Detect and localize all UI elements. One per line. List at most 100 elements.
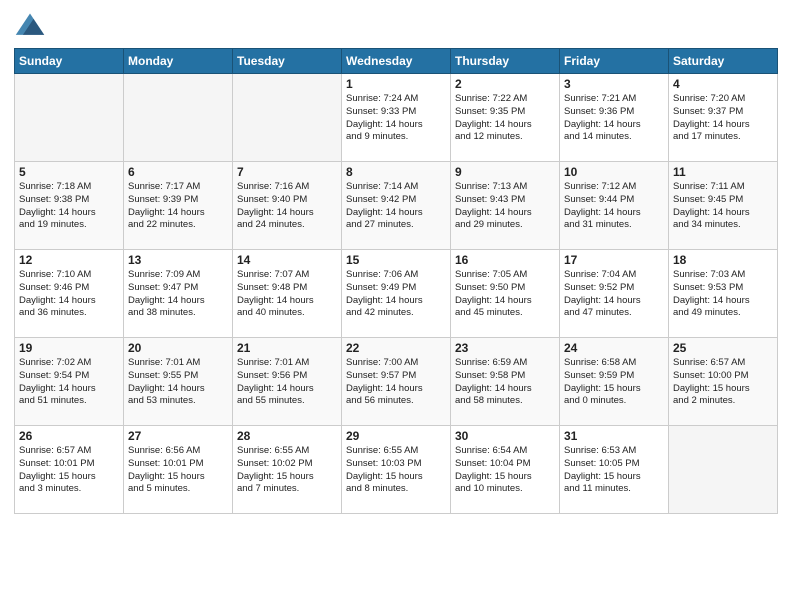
cell-info: Sunrise: 7:04 AM Sunset: 9:52 PM Dayligh… (564, 269, 664, 320)
cell-info: Sunrise: 7:10 AM Sunset: 9:46 PM Dayligh… (19, 269, 119, 320)
day-number: 3 (564, 77, 664, 91)
calendar-cell: 9 Sunrise: 7:13 AM Sunset: 9:43 PM Daylig… (451, 162, 560, 250)
calendar-week-row: 12 Sunrise: 7:10 AM Sunset: 9:46 PM Dayli… (15, 250, 778, 338)
calendar-cell (124, 74, 233, 162)
calendar-cell: 5 Sunrise: 7:18 AM Sunset: 9:38 PM Daylig… (15, 162, 124, 250)
cell-info: Sunrise: 7:22 AM Sunset: 9:35 PM Dayligh… (455, 93, 555, 144)
day-number: 25 (673, 341, 773, 355)
day-number: 4 (673, 77, 773, 91)
day-number: 1 (346, 77, 446, 91)
day-number: 18 (673, 253, 773, 267)
day-number: 2 (455, 77, 555, 91)
day-header-thursday: Thursday (451, 49, 560, 74)
cell-info: Sunrise: 6:57 AM Sunset: 10:01 PM Daylig… (19, 445, 119, 496)
calendar-page: SundayMondayTuesdayWednesdayThursdayFrid… (0, 0, 792, 612)
calendar-cell: 21Sunrise: 7:01 AM Sunset: 9:56 PM Dayli… (233, 338, 342, 426)
day-number: 23 (455, 341, 555, 355)
cell-info: Sunrise: 7:02 AM Sunset: 9:54 PM Dayligh… (19, 357, 119, 408)
day-number: 30 (455, 429, 555, 443)
day-number: 12 (19, 253, 119, 267)
cell-info: Sunrise: 7:06 AM Sunset: 9:49 PM Dayligh… (346, 269, 446, 320)
day-number: 27 (128, 429, 228, 443)
day-number: 9 (455, 165, 555, 179)
calendar-week-row: 26 Sunrise: 6:57 AM Sunset: 10:01 PM Dayl… (15, 426, 778, 514)
header (14, 10, 778, 42)
day-header-wednesday: Wednesday (342, 49, 451, 74)
day-header-monday: Monday (124, 49, 233, 74)
day-number: 8 (346, 165, 446, 179)
day-number: 16 (455, 253, 555, 267)
cell-info: Sunrise: 6:56 AM Sunset: 10:01 PM Daylig… (128, 445, 228, 496)
cell-info: Sunrise: 6:58 AM Sunset: 9:59 PM Dayligh… (564, 357, 664, 408)
day-number: 22 (346, 341, 446, 355)
day-number: 19 (19, 341, 119, 355)
calendar-cell: 27 Sunrise: 6:56 AM Sunset: 10:01 PM Dayl… (124, 426, 233, 514)
cell-info: Sunrise: 7:24 AM Sunset: 9:33 PM Dayligh… (346, 93, 446, 144)
calendar-cell (233, 74, 342, 162)
calendar-cell: 7 Sunrise: 7:16 AM Sunset: 9:40 PM Daylig… (233, 162, 342, 250)
logo (14, 10, 50, 42)
calendar-cell: 16 Sunrise: 7:05 AM Sunset: 9:50 PM Dayli… (451, 250, 560, 338)
cell-info: Sunrise: 7:11 AM Sunset: 9:45 PM Dayligh… (673, 181, 773, 232)
cell-info: Sunrise: 7:14 AM Sunset: 9:42 PM Dayligh… (346, 181, 446, 232)
cell-info: Sunrise: 7:00 AM Sunset: 9:57 PM Dayligh… (346, 357, 446, 408)
calendar-cell: 11Sunrise: 7:11 AM Sunset: 9:45 PM Dayli… (669, 162, 778, 250)
day-number: 28 (237, 429, 337, 443)
cell-info: Sunrise: 7:16 AM Sunset: 9:40 PM Dayligh… (237, 181, 337, 232)
calendar-cell: 20Sunrise: 7:01 AM Sunset: 9:55 PM Dayli… (124, 338, 233, 426)
day-header-tuesday: Tuesday (233, 49, 342, 74)
cell-info: Sunrise: 7:17 AM Sunset: 9:39 PM Dayligh… (128, 181, 228, 232)
calendar-cell: 1 Sunrise: 7:24 AM Sunset: 9:33 PM Daylig… (342, 74, 451, 162)
cell-info: Sunrise: 7:05 AM Sunset: 9:50 PM Dayligh… (455, 269, 555, 320)
cell-info: Sunrise: 6:59 AM Sunset: 9:58 PM Dayligh… (455, 357, 555, 408)
calendar-cell: 13 Sunrise: 7:09 AM Sunset: 9:47 PM Dayli… (124, 250, 233, 338)
calendar-cell: 29Sunrise: 6:55 AM Sunset: 10:03 PM Dayl… (342, 426, 451, 514)
calendar-cell: 8 Sunrise: 7:14 AM Sunset: 9:42 PM Daylig… (342, 162, 451, 250)
day-number: 21 (237, 341, 337, 355)
cell-info: Sunrise: 6:57 AM Sunset: 10:00 PM Daylig… (673, 357, 773, 408)
calendar-cell: 17 Sunrise: 7:04 AM Sunset: 9:52 PM Dayli… (560, 250, 669, 338)
day-header-sunday: Sunday (15, 49, 124, 74)
logo-icon (14, 10, 46, 42)
day-header-friday: Friday (560, 49, 669, 74)
calendar-cell: 19 Sunrise: 7:02 AM Sunset: 9:54 PM Dayli… (15, 338, 124, 426)
calendar-cell: 18 Sunrise: 7:03 AM Sunset: 9:53 PM Dayli… (669, 250, 778, 338)
cell-info: Sunrise: 7:07 AM Sunset: 9:48 PM Dayligh… (237, 269, 337, 320)
day-number: 5 (19, 165, 119, 179)
calendar-table: SundayMondayTuesdayWednesdayThursdayFrid… (14, 48, 778, 514)
day-number: 26 (19, 429, 119, 443)
calendar-cell: 30Sunrise: 6:54 AM Sunset: 10:04 PM Dayl… (451, 426, 560, 514)
calendar-cell: 26 Sunrise: 6:57 AM Sunset: 10:01 PM Dayl… (15, 426, 124, 514)
day-number: 6 (128, 165, 228, 179)
cell-info: Sunrise: 7:09 AM Sunset: 9:47 PM Dayligh… (128, 269, 228, 320)
calendar-cell: 6 Sunrise: 7:17 AM Sunset: 9:39 PM Daylig… (124, 162, 233, 250)
day-header-saturday: Saturday (669, 49, 778, 74)
day-number: 7 (237, 165, 337, 179)
day-number: 17 (564, 253, 664, 267)
day-number: 14 (237, 253, 337, 267)
calendar-cell (669, 426, 778, 514)
cell-info: Sunrise: 6:55 AM Sunset: 10:03 PM Daylig… (346, 445, 446, 496)
day-number: 20 (128, 341, 228, 355)
calendar-cell: 14 Sunrise: 7:07 AM Sunset: 9:48 PM Dayli… (233, 250, 342, 338)
calendar-cell: 31 Sunrise: 6:53 AM Sunset: 10:05 PM Dayl… (560, 426, 669, 514)
calendar-cell: 23 Sunrise: 6:59 AM Sunset: 9:58 PM Dayli… (451, 338, 560, 426)
day-number: 31 (564, 429, 664, 443)
day-number: 15 (346, 253, 446, 267)
calendar-cell: 4Sunrise: 7:20 AM Sunset: 9:37 PM Daylig… (669, 74, 778, 162)
day-number: 13 (128, 253, 228, 267)
calendar-cell: 3Sunrise: 7:21 AM Sunset: 9:36 PM Daylig… (560, 74, 669, 162)
calendar-cell: 25 Sunrise: 6:57 AM Sunset: 10:00 PM Dayl… (669, 338, 778, 426)
calendar-cell: 24Sunrise: 6:58 AM Sunset: 9:59 PM Dayli… (560, 338, 669, 426)
cell-info: Sunrise: 6:53 AM Sunset: 10:05 PM Daylig… (564, 445, 664, 496)
calendar-cell: 15 Sunrise: 7:06 AM Sunset: 9:49 PM Dayli… (342, 250, 451, 338)
cell-info: Sunrise: 7:13 AM Sunset: 9:43 PM Dayligh… (455, 181, 555, 232)
cell-info: Sunrise: 7:18 AM Sunset: 9:38 PM Dayligh… (19, 181, 119, 232)
calendar-cell: 12 Sunrise: 7:10 AM Sunset: 9:46 PM Dayli… (15, 250, 124, 338)
calendar-cell (15, 74, 124, 162)
calendar-cell: 22 Sunrise: 7:00 AM Sunset: 9:57 PM Dayli… (342, 338, 451, 426)
cell-info: Sunrise: 7:03 AM Sunset: 9:53 PM Dayligh… (673, 269, 773, 320)
calendar-week-row: 1 Sunrise: 7:24 AM Sunset: 9:33 PM Daylig… (15, 74, 778, 162)
day-number: 10 (564, 165, 664, 179)
calendar-cell: 10Sunrise: 7:12 AM Sunset: 9:44 PM Dayli… (560, 162, 669, 250)
